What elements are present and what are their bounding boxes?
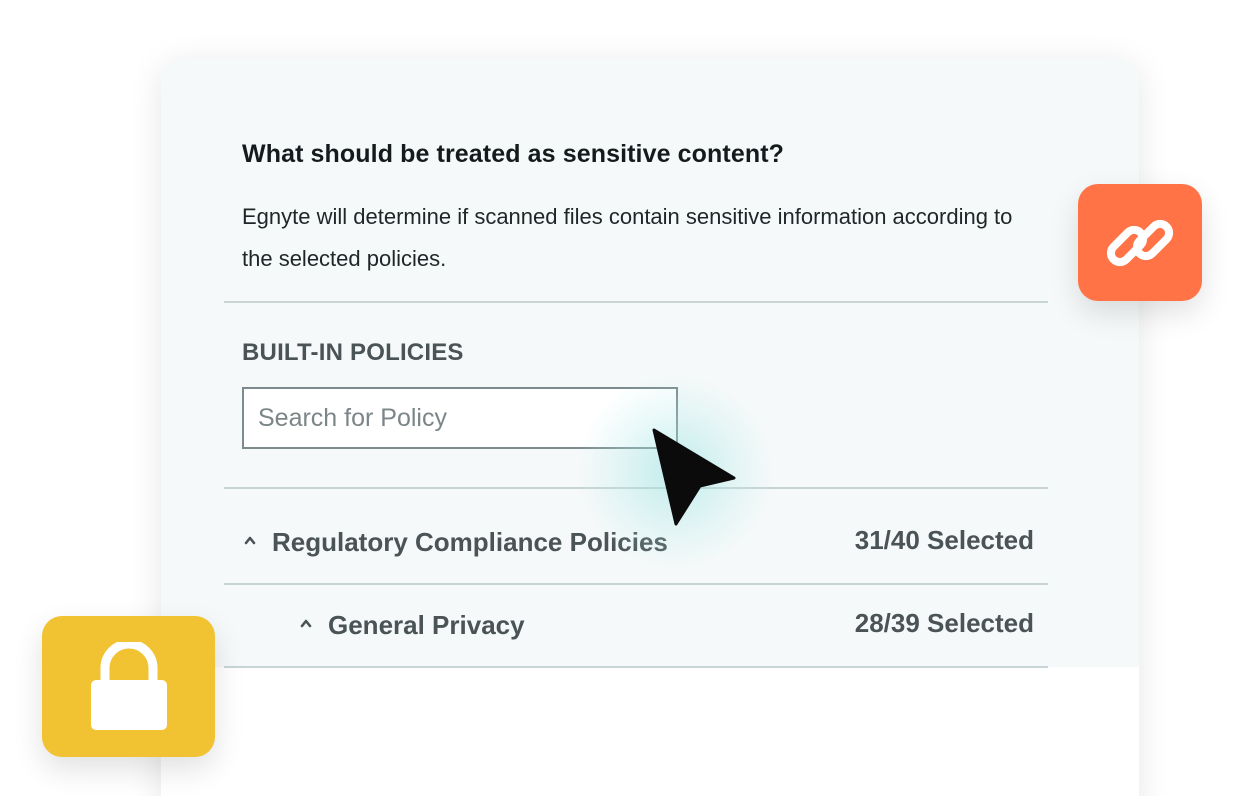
policy-group-selected-count: 28/39 Selected: [854, 608, 1034, 638]
link-icon: [1106, 219, 1174, 266]
section-divider: [224, 301, 1048, 303]
policy-group-label: General Privacy: [328, 610, 525, 640]
row-divider: [224, 666, 1048, 668]
chevron-up-icon[interactable]: [243, 534, 257, 546]
chevron-up-icon[interactable]: [299, 617, 313, 629]
sensitive-content-question: What should be treated as sensitive cont…: [242, 140, 784, 168]
stage: What should be treated as sensitive cont…: [0, 0, 1244, 796]
lock-badge: [42, 616, 215, 757]
built-in-policies-heading: BUILT-IN POLICIES: [242, 339, 464, 366]
pointer-cursor-icon: [652, 428, 736, 526]
link-badge: [1078, 184, 1202, 301]
lock-icon: [90, 641, 167, 730]
policy-group-selected-count: 31/40 Selected: [854, 525, 1034, 555]
sensitive-content-description: Egnyte will determine if scanned files c…: [242, 204, 1013, 271]
policy-group-general-privacy[interactable]: General Privacy 28/39 Selected: [224, 584, 1048, 666]
